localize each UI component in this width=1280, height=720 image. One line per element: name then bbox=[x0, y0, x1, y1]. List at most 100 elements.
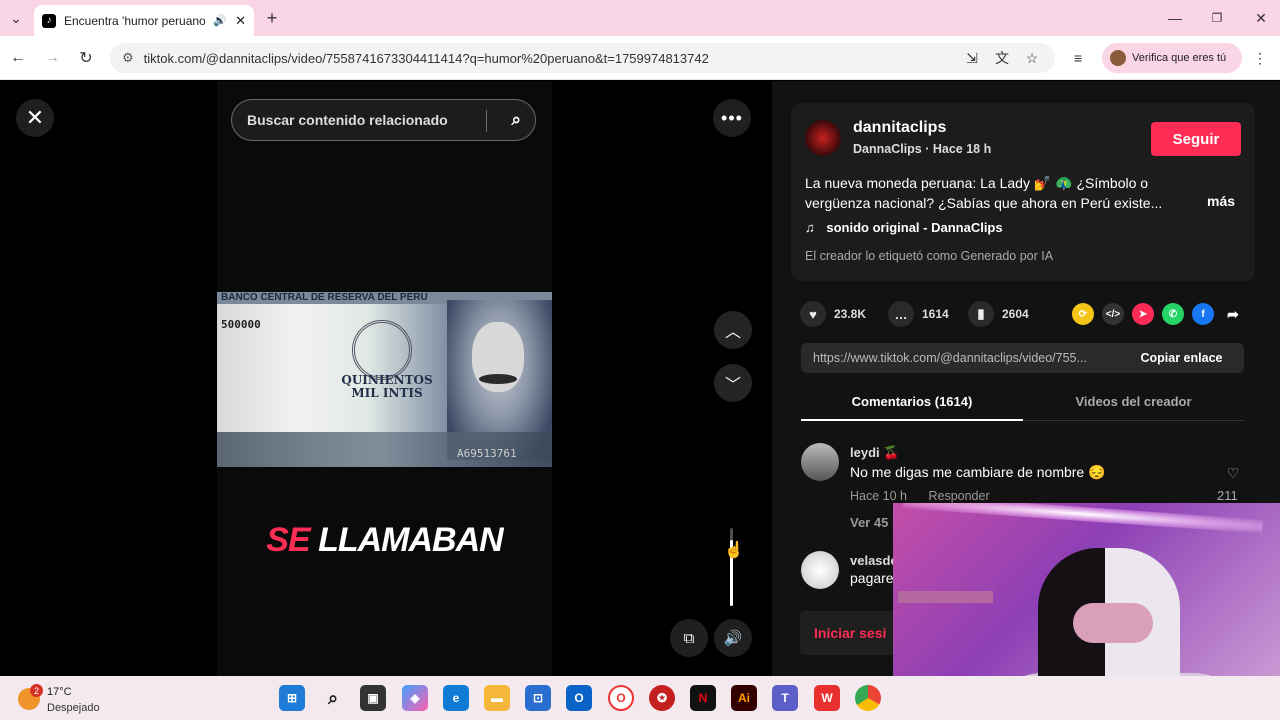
bookmark-icon: ▮ bbox=[968, 301, 994, 327]
more-description-link[interactable]: más bbox=[1207, 193, 1235, 209]
tab-title: Encuentra 'humor peruano' bbox=[64, 13, 206, 28]
close-window-icon[interactable]: ✕ bbox=[1252, 8, 1270, 28]
minimize-icon[interactable]: — bbox=[1166, 8, 1184, 28]
browser-tab-strip: ⌄ ♪ Encuentra 'humor peruano' 🔊 ✕ + — ❐ … bbox=[0, 0, 1280, 36]
embed-icon[interactable]: </> bbox=[1102, 303, 1124, 325]
view-replies-link[interactable]: Ver 45 bbox=[850, 515, 888, 530]
tab-search-icon[interactable]: ⌄ bbox=[6, 9, 26, 27]
bill-amount: QUINIENTOS MIL INTIS bbox=[327, 374, 447, 400]
red-app-icon[interactable]: ✪ bbox=[649, 685, 675, 711]
close-tab-icon[interactable]: ✕ bbox=[235, 13, 246, 29]
engagement-bar: ♥ 23.8K … 1614 ▮ 2604 ⟳ </> ➤ ✆ f ➦ bbox=[800, 301, 1260, 327]
facebook-icon[interactable]: f bbox=[1192, 303, 1214, 325]
back-icon[interactable]: ← bbox=[8, 48, 28, 68]
save-count: 2604 bbox=[1002, 307, 1029, 321]
reply-button[interactable]: Responder bbox=[928, 489, 989, 503]
comment-like-icon[interactable]: ♡ bbox=[1221, 465, 1245, 482]
browser-menu-icon[interactable]: ⋮ bbox=[1252, 48, 1268, 68]
creator-username[interactable]: dannitaclips bbox=[853, 119, 946, 137]
person-face-opening bbox=[1073, 603, 1153, 643]
comment-text: No me digas me cambiare de nombre 😔 bbox=[850, 464, 1106, 480]
creator-subline: DannaClips · Hace 18 h bbox=[853, 142, 992, 156]
share-link-box: https://www.tiktok.com/@dannitaclips/vid… bbox=[801, 343, 1244, 373]
tiktok-favicon-icon: ♪ bbox=[42, 13, 56, 28]
comment-count: 1614 bbox=[922, 307, 949, 321]
volume-slider[interactable]: ☝ bbox=[724, 528, 744, 606]
teams-icon[interactable]: T bbox=[772, 685, 798, 711]
commenter-avatar[interactable] bbox=[801, 443, 839, 481]
media-control-icon[interactable]: ≡ bbox=[1068, 48, 1088, 68]
whatsapp-icon[interactable]: ✆ bbox=[1162, 303, 1184, 325]
close-video-button[interactable]: ✕ bbox=[16, 99, 54, 137]
caption-white-word: LLAMABAN bbox=[318, 521, 504, 559]
forward-icon[interactable]: → bbox=[42, 48, 62, 68]
commenter-avatar[interactable] bbox=[801, 551, 839, 589]
edge-icon[interactable]: e bbox=[443, 685, 469, 711]
neon-light bbox=[902, 503, 1264, 534]
related-search-input[interactable]: Buscar contenido relacionado ⌕ bbox=[231, 99, 536, 141]
install-app-icon[interactable]: ⇲ bbox=[962, 48, 982, 68]
search-icon[interactable]: ⌕ bbox=[320, 685, 346, 711]
previous-video-button[interactable]: ︿ bbox=[714, 311, 752, 349]
chrome-icon[interactable] bbox=[855, 685, 881, 711]
audio-playing-icon[interactable]: 🔊 bbox=[213, 14, 227, 27]
bill-serial-bottom: A69513761 bbox=[457, 447, 517, 460]
like-count: 23.8K bbox=[834, 307, 867, 321]
share-link-url[interactable]: https://www.tiktok.com/@dannitaclips/vid… bbox=[801, 351, 1119, 365]
search-icon[interactable]: ⌕ bbox=[511, 110, 521, 130]
hand-cursor-icon: ☝ bbox=[724, 542, 744, 559]
music-title: sonido original - DannaClips bbox=[826, 220, 1003, 235]
follow-button[interactable]: Seguir bbox=[1151, 122, 1241, 156]
comment-meta: Hace 10 h Responder bbox=[850, 489, 1008, 503]
tab-comments[interactable]: Comentarios (1614) bbox=[801, 394, 1023, 409]
wps-office-icon[interactable]: W bbox=[814, 685, 840, 711]
weather-temp: 17°C bbox=[47, 686, 72, 698]
share-arrow-icon[interactable]: ➦ bbox=[1222, 303, 1244, 325]
browser-toolbar: ← → ↻ ⚙ tiktok.com/@dannitaclips/video/7… bbox=[0, 36, 1280, 80]
copy-link-button[interactable]: Copiar enlace bbox=[1119, 351, 1244, 365]
opera-icon[interactable]: O bbox=[608, 685, 634, 711]
creator-avatar[interactable] bbox=[805, 120, 841, 156]
copilot-icon[interactable]: ◈ bbox=[402, 685, 428, 711]
comment-text: pagare bbox=[850, 570, 894, 586]
music-link[interactable]: ♫ sonido original - DannaClips bbox=[805, 220, 1003, 235]
tab-creator-videos[interactable]: Videos del creador bbox=[1023, 394, 1244, 409]
bill-serial-top: 500000 bbox=[221, 318, 261, 331]
repost-icon[interactable]: ⟳ bbox=[1072, 303, 1094, 325]
bill-portrait-mustache bbox=[479, 374, 517, 384]
commenter-name[interactable]: leydi 🍒 bbox=[850, 445, 899, 461]
creator-info-card: dannitaclips DannaClips · Hace 18 h Segu… bbox=[791, 103, 1255, 281]
netflix-icon[interactable]: N bbox=[690, 685, 716, 711]
illustrator-icon[interactable]: Ai bbox=[731, 685, 757, 711]
video-description: La nueva moneda peruana: La Lady 💅 🦚 ¿Sí… bbox=[805, 175, 1163, 211]
site-info-icon[interactable]: ⚙ bbox=[122, 50, 134, 66]
bill-amount-line2: MIL INTIS bbox=[351, 386, 423, 400]
new-tab-icon[interactable]: + bbox=[262, 8, 282, 28]
comment-button[interactable]: … 1614 bbox=[888, 301, 949, 327]
browser-tab[interactable]: ♪ Encuentra 'humor peruano' 🔊 ✕ bbox=[34, 5, 254, 36]
reload-icon[interactable]: ↻ bbox=[76, 48, 96, 68]
store-icon[interactable]: ⊡ bbox=[525, 685, 551, 711]
volume-button[interactable]: 🔊 bbox=[714, 619, 752, 657]
active-tab-underline bbox=[801, 419, 1023, 421]
picture-in-picture-button[interactable]: ⧉ bbox=[670, 619, 708, 657]
translate-icon[interactable]: 文 bbox=[992, 48, 1012, 68]
start-icon[interactable]: ⊞ bbox=[279, 685, 305, 711]
address-bar[interactable]: ⚙ tiktok.com/@dannitaclips/video/7558741… bbox=[110, 43, 1055, 73]
like-button[interactable]: ♥ 23.8K bbox=[800, 301, 866, 327]
weather-widget[interactable]: 2 17°C Despejado bbox=[18, 682, 138, 714]
outlook-icon[interactable]: O bbox=[566, 685, 592, 711]
more-options-button[interactable]: ••• bbox=[713, 99, 751, 137]
commenter-name[interactable]: velasde bbox=[850, 553, 898, 568]
send-icon[interactable]: ➤ bbox=[1132, 303, 1154, 325]
profile-verify-chip[interactable]: Verifica que eres tú bbox=[1102, 43, 1242, 73]
file-explorer-icon[interactable]: ▬ bbox=[484, 685, 510, 711]
next-video-button[interactable]: ﹀ bbox=[714, 364, 752, 402]
save-button[interactable]: ▮ 2604 bbox=[968, 301, 1029, 327]
task-view-icon[interactable]: ▣ bbox=[360, 685, 386, 711]
notification-badge: 2 bbox=[30, 684, 43, 697]
bookmark-star-icon[interactable]: ☆ bbox=[1022, 48, 1042, 68]
caption-red-word: SE bbox=[266, 521, 310, 559]
restore-icon[interactable]: ❐ bbox=[1208, 8, 1226, 28]
login-button[interactable]: Iniciar sesi bbox=[814, 625, 886, 641]
